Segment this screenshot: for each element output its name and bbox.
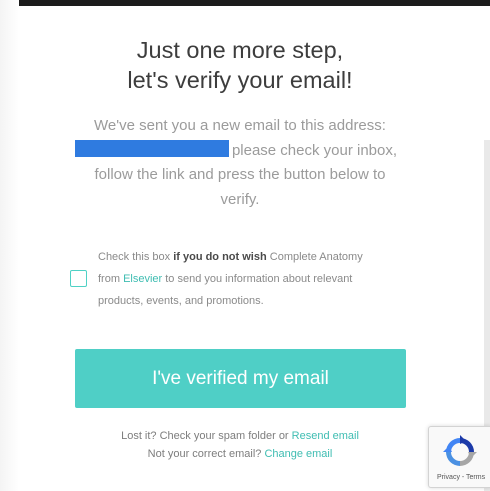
verify-email-page: Just one more step, let's verify your em… [0,0,490,491]
consent-text-after-link: to send you information about relevant [162,273,353,285]
consent-text: Check this box if you do not wish Comple… [98,246,400,312]
masked-email-address [74,139,229,157]
consent-line-2: from Elsevier to send you information ab… [98,268,400,290]
description-line-2-text: please check your inbox, [231,141,398,159]
page-title: Just one more step, let's verify your em… [40,35,440,95]
left-shade [0,0,19,491]
change-email-link[interactable]: Change email [264,448,332,460]
top-bar [19,0,490,6]
description-line-1: We've sent you a new email to this addre… [94,117,386,134]
description-line-4: verify. [220,190,260,208]
verified-email-button[interactable]: I've verified my email [75,349,406,408]
description-line-3: follow the link and press the button bel… [94,166,386,183]
consent-text-product: Complete Anatomy [266,251,363,263]
footer-help: Lost it? Check your spam folder or Resen… [80,427,400,463]
consent-line-3: products, events, and promotions. [98,295,264,307]
recaptcha-icon [443,435,477,466]
marketing-consent: Check this box if you do not wish Comple… [70,246,400,312]
consent-text-start: Check this box [98,251,174,263]
wrong-email-text: Not your correct email? [147,448,265,460]
lost-email-text: Lost it? Check your spam folder or [121,430,292,442]
footer-line-1: Lost it? Check your spam folder or Resen… [80,427,400,445]
footer-line-2: Not your correct email? Change email [80,445,400,463]
description: We've sent you a new email to this addre… [60,114,420,212]
description-line-2: please check your inbox, [60,139,420,164]
consent-bold-text: if you do not wish [173,251,267,263]
title-line-1: Just one more step, [136,37,344,63]
recaptcha-privacy-terms[interactable]: Privacy - Terms [437,474,485,481]
title-line-2: let's verify your email! [127,67,353,93]
elsevier-link[interactable]: Elsevier [123,273,162,285]
recaptcha-badge[interactable]: Privacy - Terms [428,426,490,488]
resend-email-link[interactable]: Resend email [292,430,359,442]
consent-from-text: from [98,273,124,285]
consent-line-1: Check this box if you do not wish Comple… [98,246,400,268]
opt-out-checkbox[interactable] [70,270,87,287]
